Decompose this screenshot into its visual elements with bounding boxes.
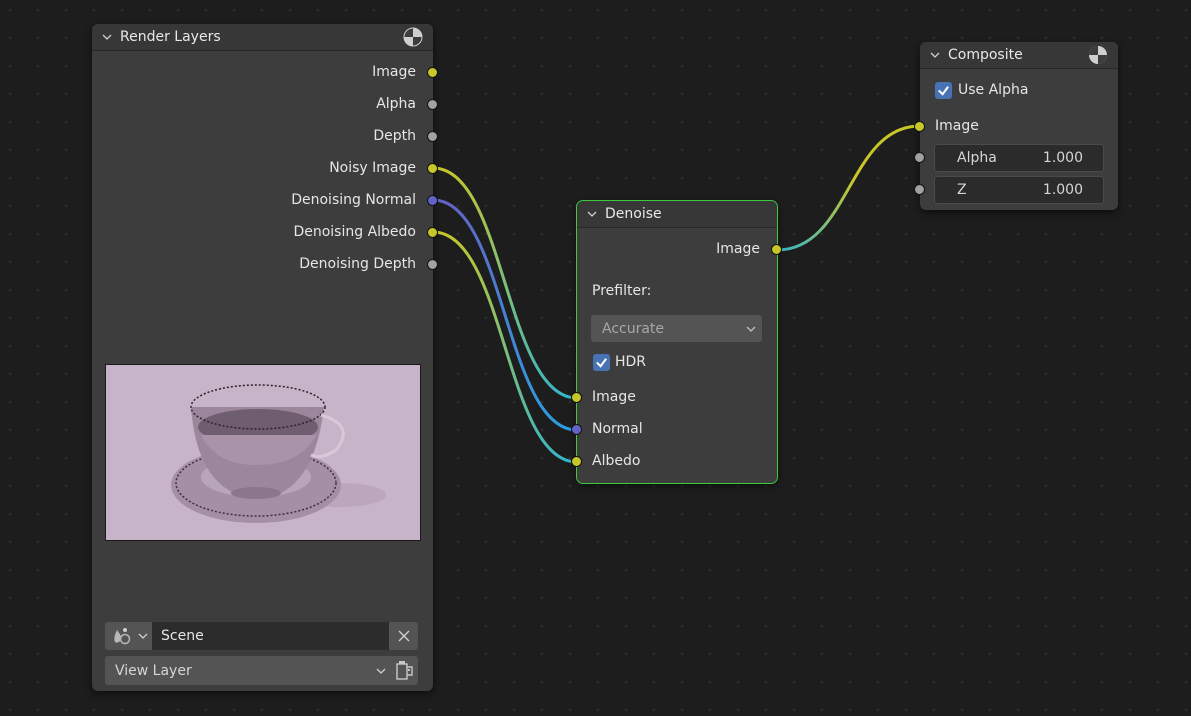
scene-icon[interactable]: [111, 626, 135, 646]
input-albedo: Albedo: [592, 453, 641, 469]
output-alpha: Alpha: [376, 96, 416, 112]
link-denoising-albedo-to-denoise-albedo[interactable]: [432, 230, 578, 464]
input-normal-socket[interactable]: [571, 424, 582, 435]
z-value-field[interactable]: Z 1.000: [934, 176, 1104, 204]
collapse-chevron-icon[interactable]: [930, 50, 940, 60]
input-image: Image: [935, 118, 979, 134]
link-noisy-image-to-denoise-image[interactable]: [432, 166, 578, 400]
render-layers-node[interactable]: Render Layers Image Alpha Depth Noisy Im…: [92, 24, 438, 691]
render-preview-sphere-icon[interactable]: [403, 27, 423, 47]
denoise-node[interactable]: Denoise Image Prefilter: Accurate HDR Im…: [571, 200, 782, 484]
collapse-chevron-icon[interactable]: [102, 32, 112, 42]
chevron-down-icon[interactable]: [138, 631, 148, 641]
node-title: Render Layers: [120, 29, 221, 45]
view-layer-selector[interactable]: View Layer: [105, 656, 418, 685]
input-normal: Normal: [592, 421, 643, 437]
use-alpha-checkbox[interactable]: [935, 82, 952, 99]
hdr-label: HDR: [615, 354, 647, 370]
checkmark-icon: [596, 358, 607, 368]
teacup-render-preview: [106, 365, 420, 540]
input-image: Image: [592, 389, 636, 405]
render-preview-sphere-icon[interactable]: [1088, 45, 1108, 65]
input-z-socket[interactable]: [914, 184, 925, 195]
node-title: Denoise: [605, 206, 662, 222]
chevron-down-icon[interactable]: [746, 324, 756, 334]
output-noisy-image-socket[interactable]: [427, 163, 438, 174]
output-denoising-albedo-socket[interactable]: [427, 227, 438, 238]
use-alpha-label: Use Alpha: [958, 82, 1029, 98]
scene-selector[interactable]: Scene: [105, 622, 418, 650]
output-depth: Depth: [373, 128, 416, 144]
denoise-header[interactable]: Denoise: [577, 201, 777, 228]
hdr-checkbox[interactable]: [593, 354, 610, 371]
output-denoising-albedo: Denoising Albedo: [293, 224, 416, 240]
output-image: Image: [372, 64, 416, 80]
composite-header[interactable]: Composite: [920, 42, 1118, 69]
render-layers-header[interactable]: Render Layers: [92, 24, 433, 51]
collapse-chevron-icon[interactable]: [587, 209, 597, 219]
output-image-socket[interactable]: [771, 244, 782, 255]
prefilter-dropdown[interactable]: Accurate: [591, 315, 762, 342]
output-alpha-socket[interactable]: [427, 99, 438, 110]
chevron-down-icon[interactable]: [376, 666, 386, 676]
link-denoise-image-to-composite-image[interactable]: [776, 124, 921, 252]
output-denoising-depth: Denoising Depth: [299, 256, 416, 272]
link-denoising-normal-to-denoise-normal[interactable]: [432, 198, 578, 432]
node-title: Composite: [948, 47, 1023, 63]
view-layer-icon[interactable]: [394, 659, 414, 681]
input-alpha-socket[interactable]: [914, 152, 925, 163]
composite-node[interactable]: Composite Use Alpha Image Alpha 1.000 Z …: [914, 42, 1118, 210]
output-denoising-normal: Denoising Normal: [291, 192, 416, 208]
input-albedo-socket[interactable]: [571, 456, 582, 467]
output-image: Image: [716, 241, 760, 257]
output-denoising-normal-socket[interactable]: [427, 195, 438, 206]
prefilter-label: Prefilter:: [592, 283, 652, 299]
scene-name-input[interactable]: Scene: [152, 622, 389, 650]
output-depth-socket[interactable]: [427, 131, 438, 142]
render-preview-image: [105, 364, 421, 541]
alpha-value-field[interactable]: Alpha 1.000: [934, 144, 1104, 172]
output-noisy-image: Noisy Image: [329, 160, 416, 176]
input-image-socket[interactable]: [914, 121, 925, 132]
input-image-socket[interactable]: [571, 392, 582, 403]
x-icon[interactable]: [398, 630, 410, 642]
checkmark-icon: [938, 86, 949, 96]
output-denoising-depth-socket[interactable]: [427, 259, 438, 270]
output-image-socket[interactable]: [427, 67, 438, 78]
